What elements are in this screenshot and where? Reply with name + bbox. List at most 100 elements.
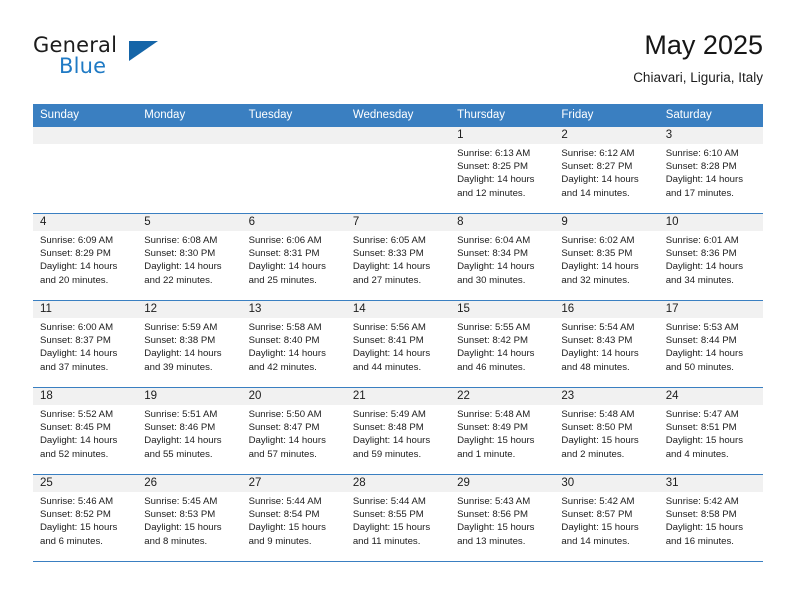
day-number: 1 <box>450 127 555 144</box>
daylight-duration-line2: and 37 minutes. <box>40 361 109 373</box>
calendar-day-cell[interactable]: 15 Sunrise: 5:55 AM Sunset: 8:42 PM Dayligh… <box>450 300 555 388</box>
logo-text-blue: Blue <box>59 54 107 78</box>
calendar-week-row: 25 Sunrise: 5:46 AM Sunset: 8:52 PM Dayligh… <box>33 474 763 562</box>
daylight-duration-line2: and 6 minutes. <box>40 535 103 547</box>
day-cell-details: Sunrise: 6:08 AM Sunset: 8:30 PM Daylight:… <box>137 231 241 287</box>
calendar-day-cell[interactable]: 14 Sunrise: 5:56 AM Sunset: 8:41 PM Dayligh… <box>345 300 451 388</box>
calendar-day-cell[interactable]: 1 Sunrise: 6:13 AM Sunset: 8:25 PM Daylight… <box>450 126 555 214</box>
day-cell-details: Sunrise: 5:50 AM Sunset: 8:47 PM Daylight:… <box>242 405 346 461</box>
daylight-duration-line2: and 25 minutes. <box>248 274 317 286</box>
calendar-day-cell[interactable]: 19 Sunrise: 5:51 AM Sunset: 8:46 PM Dayligh… <box>137 387 242 475</box>
calendar-body: 1 Sunrise: 6:13 AM Sunset: 8:25 PM Daylight… <box>33 126 763 562</box>
daylight-duration-line2: and 11 minutes. <box>352 535 421 547</box>
day-cell-inner: 25 Sunrise: 5:46 AM Sunset: 8:52 PM Dayligh… <box>33 475 138 561</box>
calendar-day-cell[interactable]: 27 Sunrise: 5:44 AM Sunset: 8:54 PM Dayligh… <box>241 474 346 562</box>
calendar-cell-empty <box>241 126 346 214</box>
calendar-day-cell[interactable]: 13 Sunrise: 5:58 AM Sunset: 8:40 PM Dayligh… <box>241 300 346 388</box>
calendar-day-cell[interactable]: 9 Sunrise: 6:02 AM Sunset: 8:35 PM Daylight… <box>554 213 659 301</box>
calendar-day-cell[interactable]: 11 Sunrise: 6:00 AM Sunset: 8:37 PM Dayligh… <box>33 300 138 388</box>
sunset-time: Sunset: 8:55 PM <box>352 509 424 521</box>
calendar-day-cell[interactable]: 22 Sunrise: 5:48 AM Sunset: 8:49 PM Dayligh… <box>450 387 555 475</box>
day-cell-inner: 15 Sunrise: 5:55 AM Sunset: 8:42 PM Dayligh… <box>450 301 555 387</box>
daylight-duration-line2: and 27 minutes. <box>352 274 422 286</box>
calendar-day-cell[interactable]: 31 Sunrise: 5:42 AM Sunset: 8:58 PM Dayligh… <box>658 474 763 562</box>
daylight-duration-line1: Daylight: 14 hours <box>665 174 744 186</box>
daylight-duration-line1: Daylight: 14 hours <box>457 348 535 360</box>
calendar-day-cell[interactable]: 2 Sunrise: 6:12 AM Sunset: 8:27 PM Daylight… <box>554 126 659 214</box>
calendar-day-cell[interactable]: 6 Sunrise: 6:06 AM Sunset: 8:31 PM Daylight… <box>241 213 346 301</box>
calendar-cell-empty <box>345 126 451 214</box>
daylight-duration-line2: and 14 minutes. <box>561 535 630 547</box>
sunrise-time: Sunrise: 6:04 AM <box>457 235 531 246</box>
day-cell-details: Sunrise: 6:05 AM Sunset: 8:33 PM Daylight:… <box>346 231 450 287</box>
day-cell-inner: 7 Sunrise: 6:05 AM Sunset: 8:33 PM Daylight… <box>345 214 451 300</box>
day-cell-details: Sunrise: 5:46 AM Sunset: 8:52 PM Daylight:… <box>33 492 137 548</box>
sunrise-time: Sunrise: 6:01 AM <box>665 235 739 246</box>
weekday-header-saturday: Saturday <box>658 104 763 127</box>
daylight-duration-line2: and 22 minutes. <box>144 274 213 286</box>
daylight-duration-line1: Daylight: 14 hours <box>40 261 118 273</box>
title-block: May 2025 Chiavari, Liguria, Italy <box>633 28 763 88</box>
daylight-duration-line1: Daylight: 14 hours <box>248 435 326 447</box>
daylight-duration-line2: and 52 minutes. <box>40 448 109 460</box>
calendar-week-row: 18 Sunrise: 5:52 AM Sunset: 8:45 PM Dayligh… <box>33 387 763 475</box>
day-number: 6 <box>241 214 346 231</box>
calendar-day-cell[interactable]: 8 Sunrise: 6:04 AM Sunset: 8:34 PM Daylight… <box>450 213 555 301</box>
day-cell-details: Sunrise: 5:54 AM Sunset: 8:43 PM Daylight:… <box>554 318 658 374</box>
daylight-duration-line2: and 44 minutes. <box>352 361 422 373</box>
sunrise-time: Sunrise: 6:05 AM <box>352 235 426 246</box>
day-number: 14 <box>345 301 451 318</box>
calendar-cell-empty <box>33 126 138 214</box>
calendar-day-cell[interactable]: 25 Sunrise: 5:46 AM Sunset: 8:52 PM Dayligh… <box>33 474 138 562</box>
sunset-time: Sunset: 8:45 PM <box>40 422 111 434</box>
day-cell-inner: 14 Sunrise: 5:56 AM Sunset: 8:41 PM Dayligh… <box>345 301 451 387</box>
sunset-time: Sunset: 8:58 PM <box>665 509 737 521</box>
calendar-day-cell[interactable]: 23 Sunrise: 5:48 AM Sunset: 8:50 PM Dayligh… <box>554 387 659 475</box>
calendar-day-cell[interactable]: 29 Sunrise: 5:43 AM Sunset: 8:56 PM Dayligh… <box>450 474 555 562</box>
day-cell-details: Sunrise: 5:42 AM Sunset: 8:57 PM Daylight:… <box>554 492 658 548</box>
daylight-duration-line1: Daylight: 15 hours <box>248 522 326 534</box>
calendar-day-cell[interactable]: 28 Sunrise: 5:44 AM Sunset: 8:55 PM Dayligh… <box>345 474 451 562</box>
day-number <box>33 127 138 144</box>
day-number: 24 <box>658 388 763 405</box>
calendar-day-cell[interactable]: 17 Sunrise: 5:53 AM Sunset: 8:44 PM Dayligh… <box>658 300 763 388</box>
calendar-day-cell[interactable]: 24 Sunrise: 5:47 AM Sunset: 8:51 PM Dayligh… <box>658 387 763 475</box>
daylight-duration-line2: and 59 minutes. <box>352 448 422 460</box>
calendar-day-cell[interactable]: 5 Sunrise: 6:08 AM Sunset: 8:30 PM Daylight… <box>137 213 242 301</box>
calendar-day-cell[interactable]: 21 Sunrise: 5:49 AM Sunset: 8:48 PM Dayligh… <box>345 387 451 475</box>
daylight-duration-line1: Daylight: 14 hours <box>561 261 639 273</box>
general-blue-logo[interactable]: General Blue <box>33 33 163 85</box>
day-number: 12 <box>137 301 242 318</box>
calendar-cell-empty <box>137 126 242 214</box>
sunset-time: Sunset: 8:50 PM <box>561 422 633 434</box>
sunrise-time: Sunrise: 5:42 AM <box>665 496 739 507</box>
calendar-day-cell[interactable]: 3 Sunrise: 6:10 AM Sunset: 8:28 PM Daylight… <box>658 126 763 214</box>
sunset-time: Sunset: 8:38 PM <box>144 335 216 347</box>
day-cell-inner: 1 Sunrise: 6:13 AM Sunset: 8:25 PM Daylight… <box>450 127 555 213</box>
sunrise-time: Sunrise: 5:42 AM <box>561 496 635 507</box>
calendar-day-cell[interactable]: 20 Sunrise: 5:50 AM Sunset: 8:47 PM Dayligh… <box>241 387 346 475</box>
day-cell-inner: 12 Sunrise: 5:59 AM Sunset: 8:38 PM Dayligh… <box>137 301 242 387</box>
weekday-header-friday: Friday <box>554 104 659 127</box>
day-cell-inner: 17 Sunrise: 5:53 AM Sunset: 8:44 PM Dayligh… <box>658 301 763 387</box>
daylight-duration-line2: and 17 minutes. <box>665 187 734 199</box>
calendar-day-cell[interactable]: 16 Sunrise: 5:54 AM Sunset: 8:43 PM Dayligh… <box>554 300 659 388</box>
calendar-day-cell[interactable]: 10 Sunrise: 6:01 AM Sunset: 8:36 PM Dayligh… <box>658 213 763 301</box>
daylight-duration-line1: Daylight: 14 hours <box>248 348 326 360</box>
day-number: 2 <box>554 127 659 144</box>
sunset-time: Sunset: 8:48 PM <box>352 422 424 434</box>
sunset-time: Sunset: 8:42 PM <box>457 335 529 347</box>
calendar-day-cell[interactable]: 18 Sunrise: 5:52 AM Sunset: 8:45 PM Dayligh… <box>33 387 138 475</box>
sunrise-time: Sunrise: 5:44 AM <box>352 496 426 507</box>
calendar-day-cell[interactable]: 26 Sunrise: 5:45 AM Sunset: 8:53 PM Dayligh… <box>137 474 242 562</box>
calendar-day-cell[interactable]: 7 Sunrise: 6:05 AM Sunset: 8:33 PM Daylight… <box>345 213 451 301</box>
calendar-day-cell[interactable]: 30 Sunrise: 5:42 AM Sunset: 8:57 PM Dayligh… <box>554 474 659 562</box>
sunrise-time: Sunrise: 5:49 AM <box>352 409 426 420</box>
sunset-time: Sunset: 8:31 PM <box>248 248 320 260</box>
page-subtitle: Chiavari, Liguria, Italy <box>633 70 763 85</box>
calendar-day-cell[interactable]: 4 Sunrise: 6:09 AM Sunset: 8:29 PM Daylight… <box>33 213 138 301</box>
daylight-duration-line1: Daylight: 15 hours <box>665 435 744 447</box>
daylight-duration-line2: and 1 minute. <box>457 448 516 460</box>
day-number: 29 <box>450 475 555 492</box>
calendar-day-cell[interactable]: 12 Sunrise: 5:59 AM Sunset: 8:38 PM Dayligh… <box>137 300 242 388</box>
